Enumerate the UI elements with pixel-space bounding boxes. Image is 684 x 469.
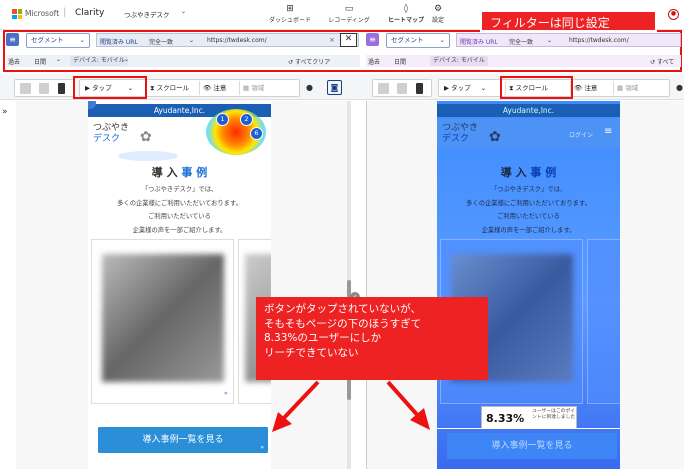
left-arrow [280, 380, 320, 422]
annotation-arrows [272, 380, 430, 432]
right-arrow [386, 380, 422, 420]
